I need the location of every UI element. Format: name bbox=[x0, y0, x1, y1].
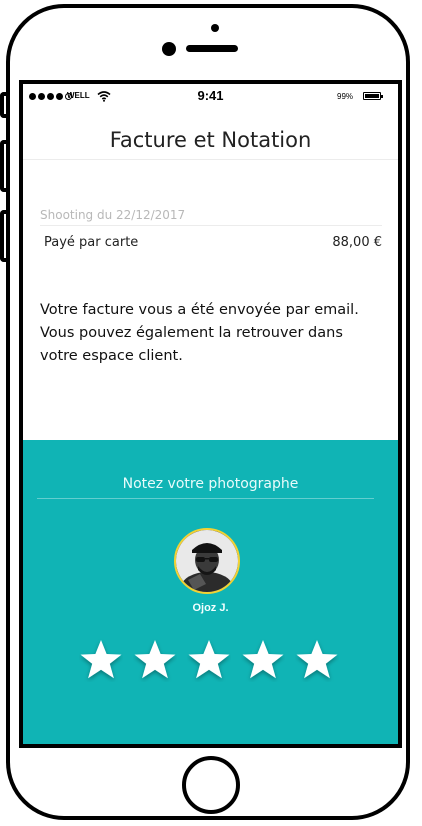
star-icon[interactable] bbox=[295, 638, 339, 682]
battery-fill bbox=[365, 94, 379, 98]
shooting-date: Shooting du 22/12/2017 bbox=[40, 208, 186, 222]
phone-screen: WELL 9:41 99% Facture et Notation Shooti… bbox=[19, 80, 402, 748]
rating-panel: Notez votre photographe Ojoz J. bbox=[23, 440, 398, 744]
rating-divider bbox=[37, 498, 374, 499]
photographer-name: Ojoz J. bbox=[192, 602, 229, 614]
battery-icon bbox=[363, 92, 383, 100]
star-icon[interactable] bbox=[187, 638, 231, 682]
avatar-portrait bbox=[176, 530, 238, 592]
invoice-message: Votre facture vous a été envoyée par ema… bbox=[40, 302, 359, 364]
star-icon[interactable] bbox=[79, 638, 123, 682]
front-camera bbox=[162, 42, 176, 56]
rating-title: Notez votre photographe bbox=[122, 476, 299, 492]
star-rating bbox=[79, 638, 339, 682]
star-icon[interactable] bbox=[241, 638, 285, 682]
payment-amount: 88,00 € bbox=[332, 235, 382, 250]
photographer-avatar[interactable] bbox=[174, 528, 240, 594]
camera-dot bbox=[211, 24, 219, 32]
page-title: Facture et Notation bbox=[109, 128, 312, 152]
nav-divider bbox=[23, 159, 398, 160]
invoice-divider bbox=[40, 225, 382, 226]
payment-method-label: Payé par carte bbox=[44, 235, 139, 250]
battery-percent: 99% bbox=[337, 92, 354, 101]
status-bar: WELL 9:41 99% bbox=[23, 84, 398, 108]
star-icon[interactable] bbox=[133, 638, 177, 682]
earpiece-speaker bbox=[186, 45, 238, 52]
home-button[interactable] bbox=[182, 756, 240, 814]
